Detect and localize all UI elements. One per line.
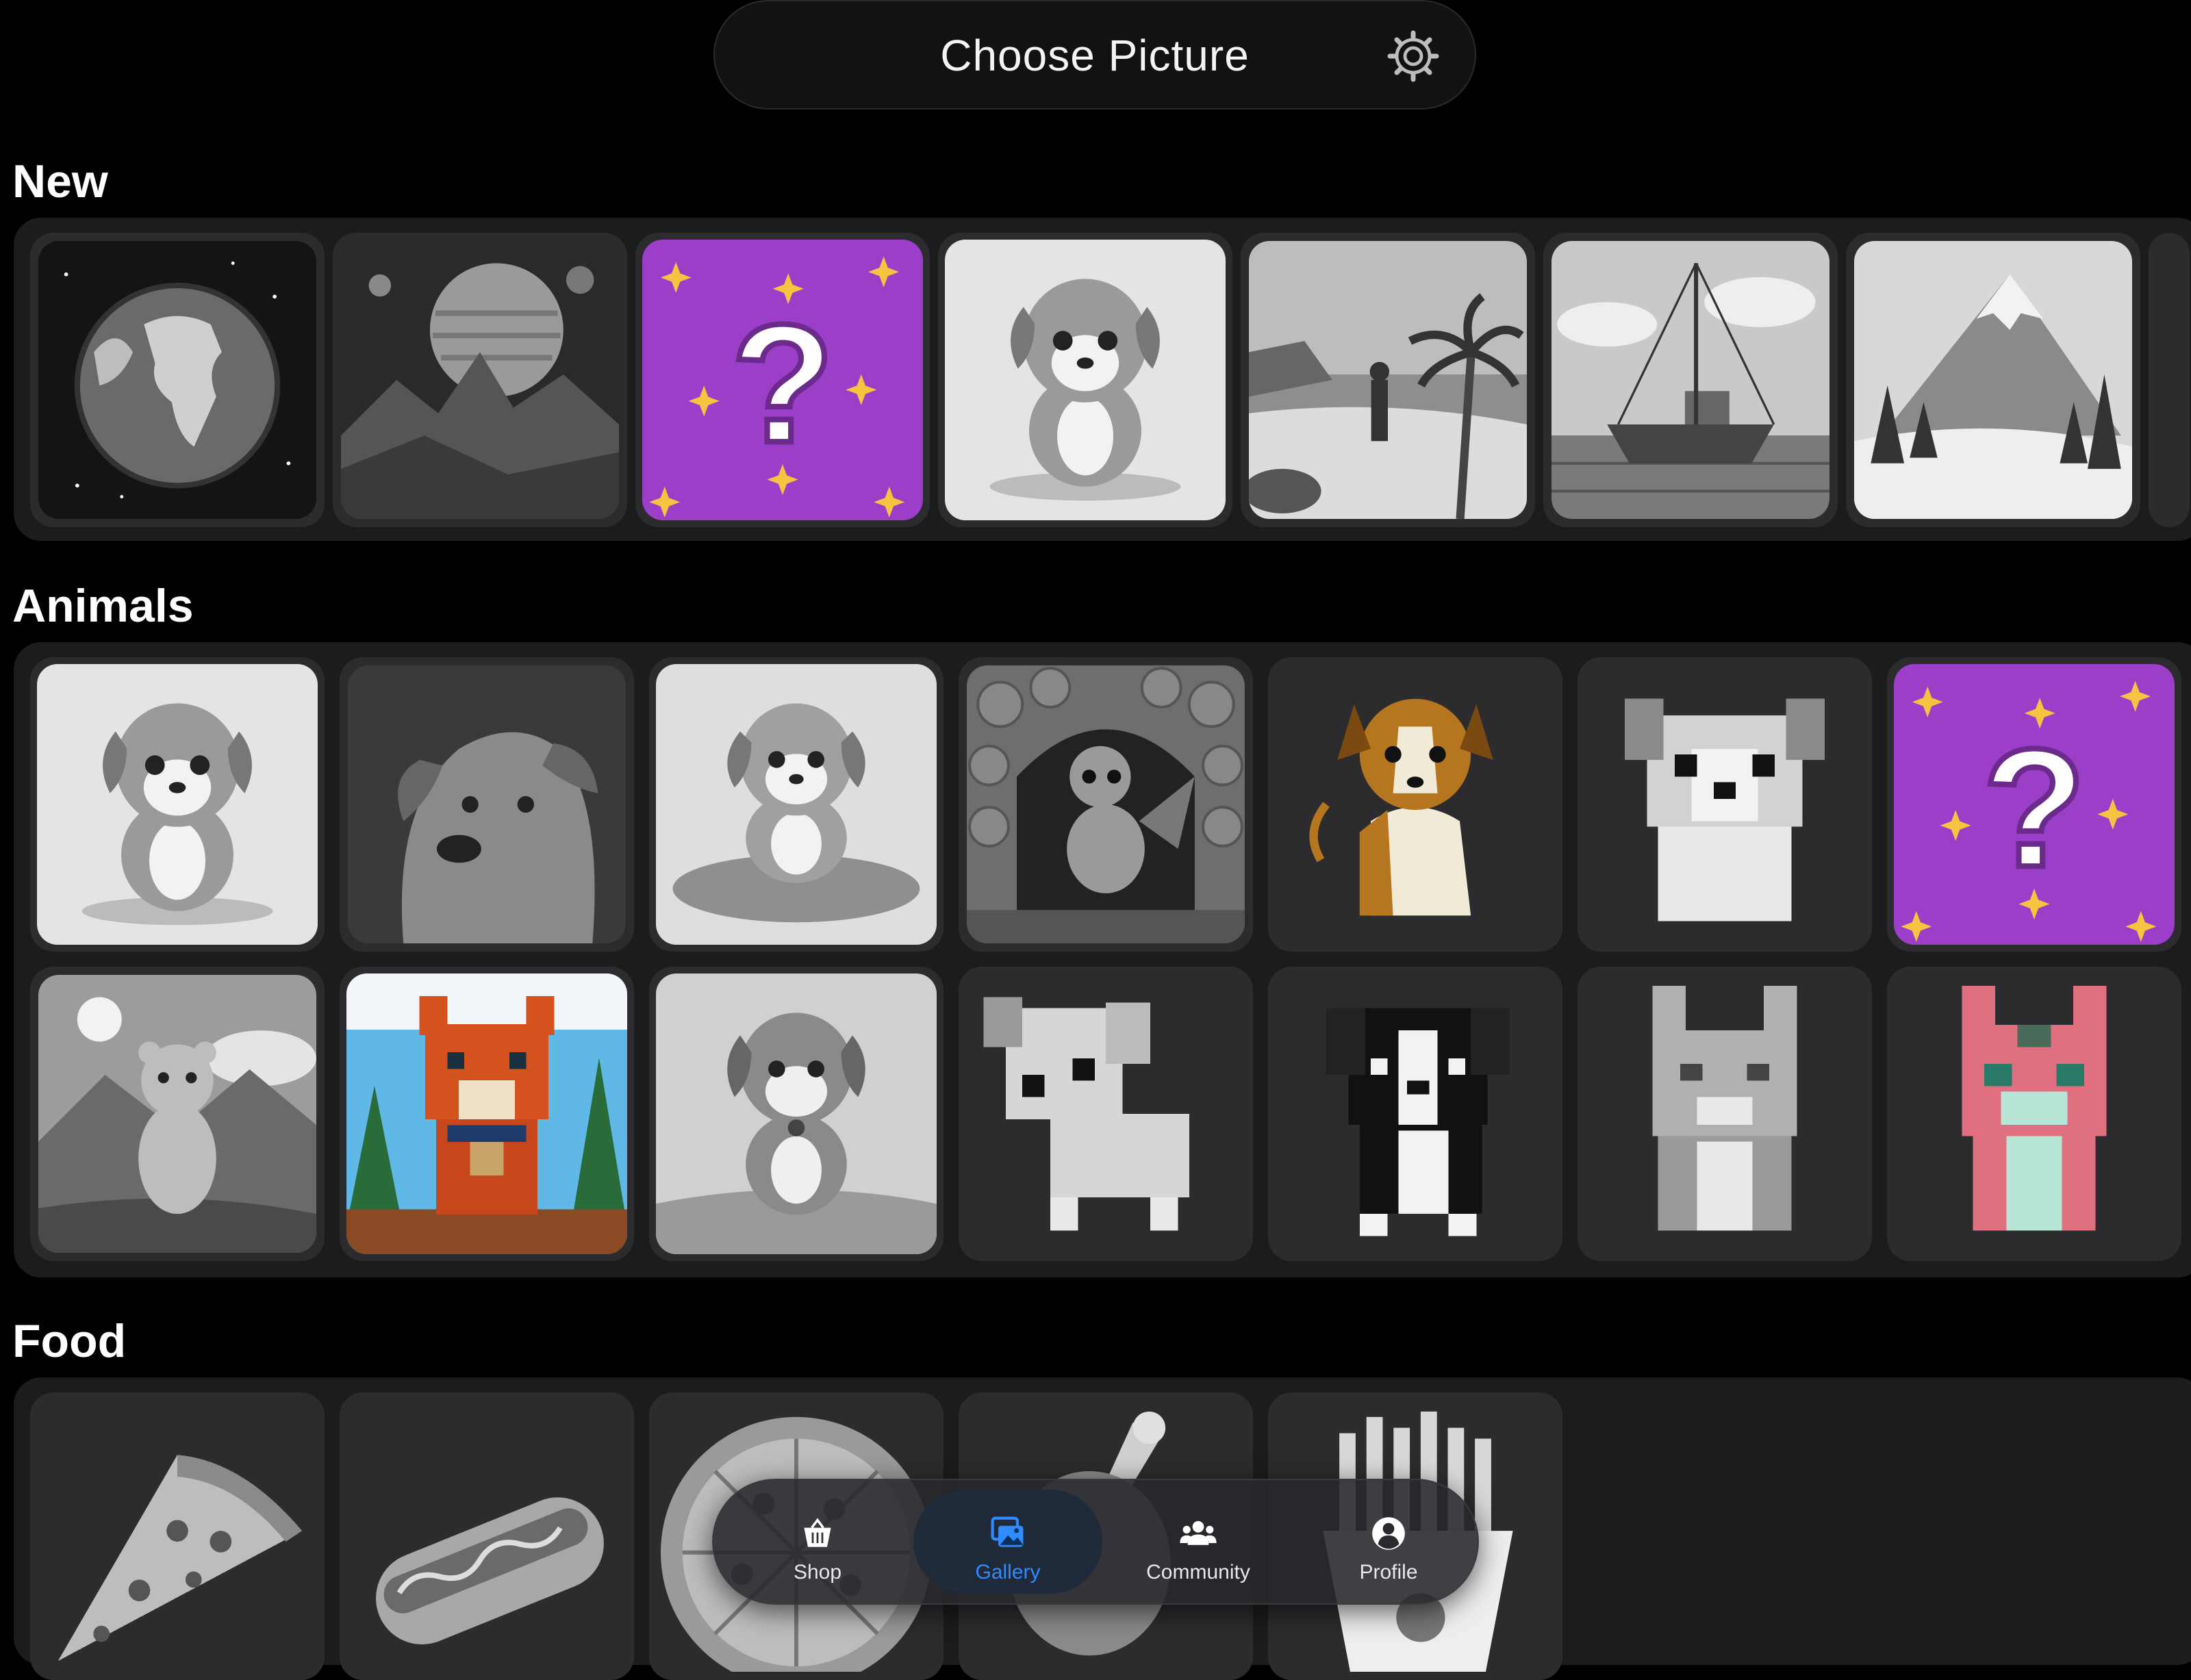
puppy-image (37, 664, 318, 945)
picture-tile-partial[interactable] (2149, 233, 2190, 527)
dog-image (1276, 975, 1554, 1253)
dragon-image (967, 665, 1245, 943)
earth-image (38, 241, 316, 519)
picture-tile-mountain[interactable] (1846, 233, 2140, 527)
picture-tile-puppy[interactable] (30, 657, 325, 952)
section-title-animals: Animals (12, 580, 194, 632)
nav-label-gallery: Gallery (975, 1561, 1041, 1583)
puppy-image (1586, 665, 1864, 943)
dog-image (348, 665, 626, 943)
picture-tile-beach[interactable] (1241, 233, 1535, 527)
nav-gallery[interactable]: Gallery (913, 1490, 1102, 1594)
mountain-image (1854, 241, 2132, 519)
puppy-image (656, 973, 937, 1254)
community-icon (1180, 1520, 1217, 1545)
cat-image (1895, 975, 2173, 1253)
nav-profile[interactable]: Profile (1294, 1490, 1483, 1594)
nav-community[interactable]: Community (1104, 1490, 1293, 1594)
boat-image (1552, 241, 1829, 519)
planet-image (341, 241, 619, 519)
picture-tile-pizza-slice[interactable] (30, 1392, 325, 1680)
picture-tile-boat[interactable] (1543, 233, 1838, 527)
dog-image (1276, 665, 1554, 943)
picture-tile-bw-dog[interactable] (1268, 967, 1562, 1261)
basket-icon (804, 1518, 831, 1547)
section-title-food: Food (12, 1315, 127, 1367)
page-title: Choose Picture (940, 31, 1250, 80)
picture-tile-dragon[interactable] (959, 657, 1253, 952)
picture-tile-mystery[interactable]: ? (635, 233, 930, 527)
picture-tile-bear[interactable] (30, 967, 325, 1261)
picture-tile-dog-portrait[interactable] (340, 657, 634, 952)
picture-tile-grey-cat[interactable] (1578, 967, 1872, 1261)
picture-tile-puppy-cushion[interactable] (649, 657, 943, 952)
header-bar: Choose Picture (713, 0, 1476, 110)
picture-tile-puppy[interactable] (938, 233, 1232, 527)
picture-tile-pink-cat[interactable] (1887, 967, 2181, 1261)
puppy-image (945, 240, 1226, 520)
section-new: ? (14, 218, 2191, 541)
nav-label-profile: Profile (1359, 1561, 1418, 1583)
svg-text:?: ? (731, 290, 834, 478)
picture-tile-planet[interactable] (333, 233, 627, 527)
gallery-icon (991, 1516, 1024, 1547)
nav-shop[interactable]: Shop (723, 1490, 912, 1594)
bottom-nav: Shop Gallery Community Profile (712, 1479, 1479, 1605)
picture-tile-hotdog[interactable] (340, 1392, 634, 1680)
gear-icon[interactable] (1386, 29, 1441, 84)
section-title-new: New (12, 155, 108, 207)
nav-label-shop: Shop (793, 1561, 842, 1583)
question-mark-icon: ? (642, 240, 923, 520)
fox-image (346, 973, 627, 1254)
picture-tile-fox[interactable] (340, 967, 634, 1261)
picture-tile-pixel-puppy-2[interactable] (959, 967, 1253, 1261)
bear-image (38, 975, 316, 1253)
question-mark-icon: ? (1894, 664, 2175, 945)
picture-tile-puppy-grass[interactable] (649, 967, 943, 1261)
svg-text:?: ? (1983, 714, 2086, 902)
hotdog-image (351, 1401, 622, 1672)
picture-tile-mystery[interactable]: ? (1887, 657, 2181, 952)
profile-icon (1372, 1517, 1405, 1550)
section-animals: ? (14, 642, 2191, 1277)
picture-tile-pixel-puppy[interactable] (1578, 657, 1872, 952)
pizza-image (42, 1401, 313, 1672)
cat-image (1586, 975, 1864, 1253)
beach-image (1249, 241, 1527, 519)
picture-tile-brown-dog[interactable] (1268, 657, 1562, 952)
puppy-image (967, 975, 1245, 1253)
puppy-image (656, 664, 937, 945)
picture-tile-earth[interactable] (30, 233, 325, 527)
nav-label-community: Community (1146, 1561, 1250, 1583)
